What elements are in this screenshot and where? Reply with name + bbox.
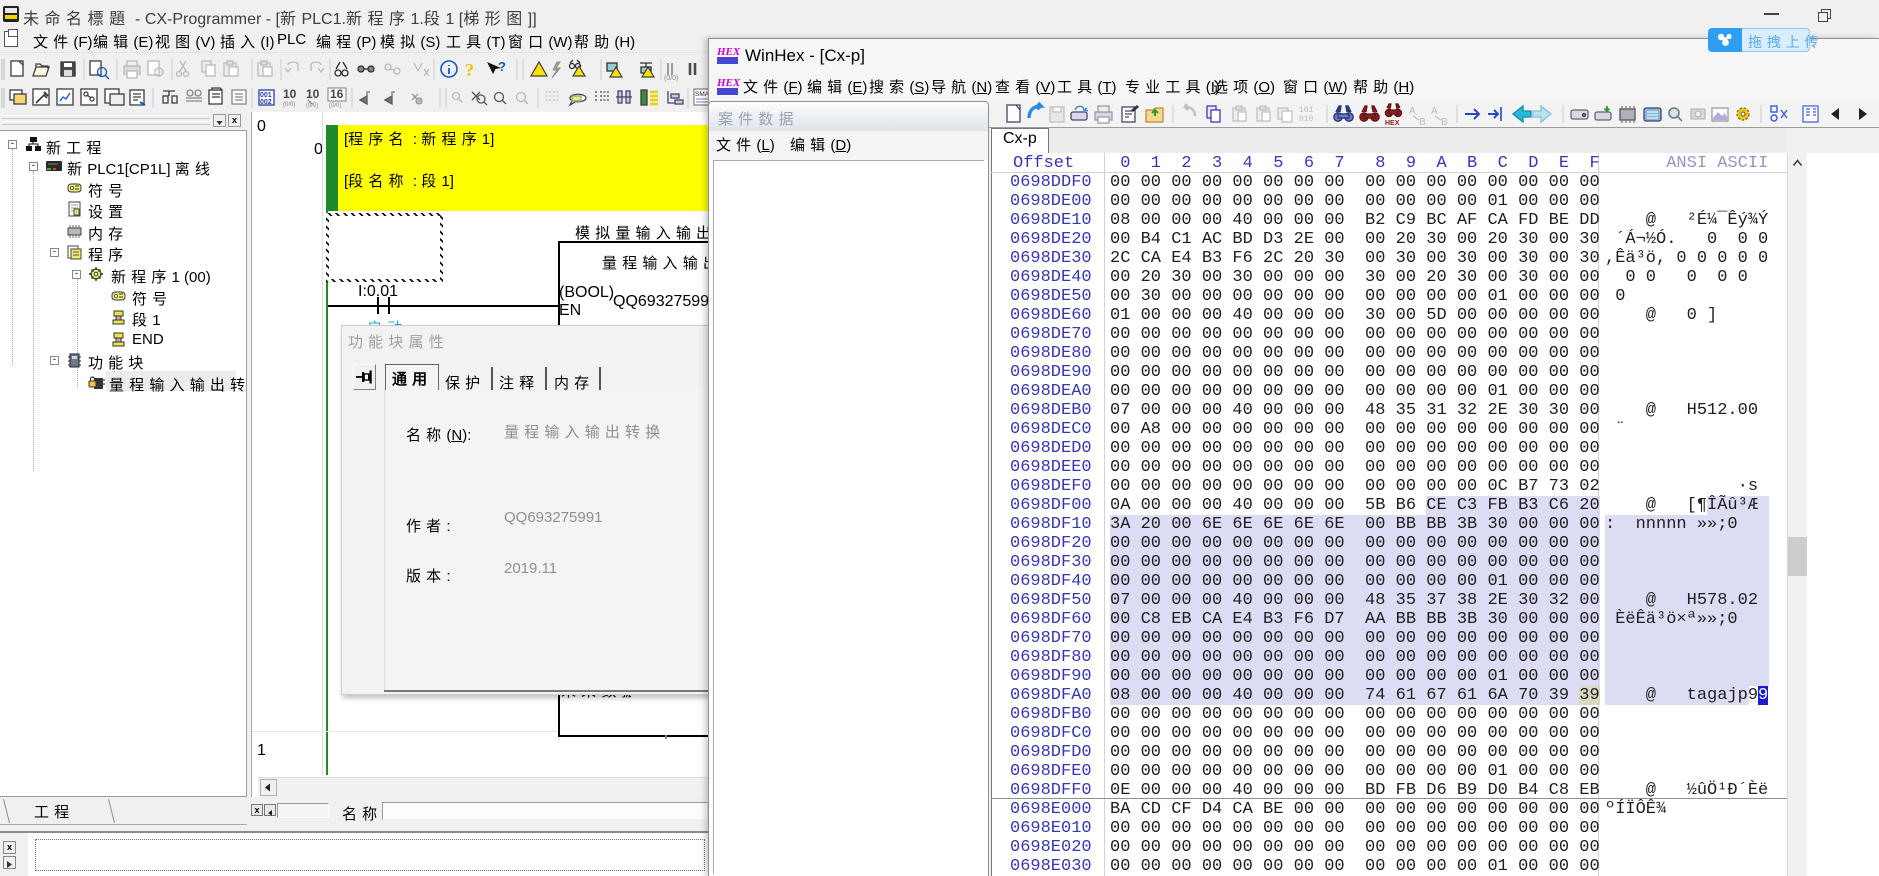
svg-text:002: 002 xyxy=(260,99,272,106)
svg-text:B: B xyxy=(1441,117,1448,126)
svg-text:?: ? xyxy=(498,59,506,74)
svg-text:16: 16 xyxy=(330,87,344,101)
svg-text:10: 10 xyxy=(283,87,297,101)
svg-text:B: B xyxy=(1419,117,1426,126)
svg-text:A: A xyxy=(1431,106,1438,117)
svg-text:(0/0): (0/0) xyxy=(306,103,318,109)
svg-text:(0/0): (0/0) xyxy=(283,102,295,108)
svg-text:010: 010 xyxy=(1299,115,1314,124)
svg-text:10: 10 xyxy=(306,87,320,101)
svg-text:101: 101 xyxy=(1299,106,1314,115)
svg-text:001: 001 xyxy=(260,92,272,99)
svg-text:HEX: HEX xyxy=(1385,120,1400,126)
svg-text:?: ? xyxy=(465,60,474,80)
svg-text:(0/0): (0/0) xyxy=(329,103,341,109)
svg-text:A: A xyxy=(1409,106,1416,117)
svg-text:(0/0): (0/0) xyxy=(664,75,678,82)
